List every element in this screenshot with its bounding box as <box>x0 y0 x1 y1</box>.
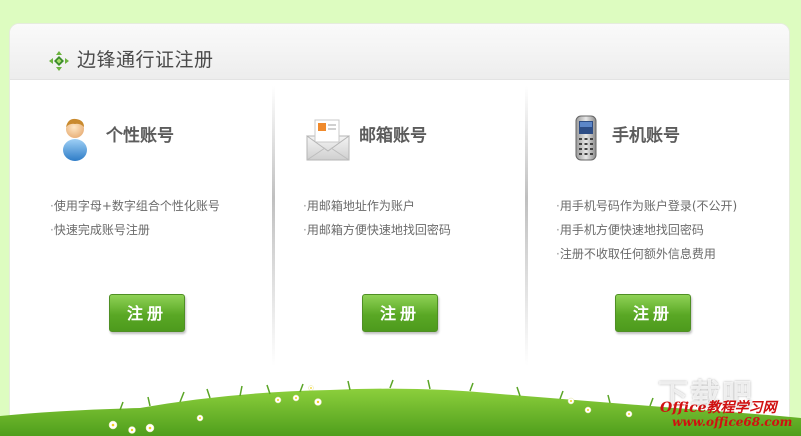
feature-item: ·用邮箱地址作为账户 <box>303 199 415 213</box>
panel-header: 边锋通行证注册 <box>10 24 789 80</box>
mobile-account-column: 手机账号 ·用手机号码作为账户登录(不公开) ·用手机方便快速地找回密码 ·注册… <box>516 80 766 380</box>
feature-item: ·注册不收取任何额外信息费用 <box>556 247 716 261</box>
feature-item: ·使用字母+数字组合个性化账号 <box>50 199 220 213</box>
register-button[interactable]: 注册 <box>615 294 691 332</box>
site-watermark: 下载吧 Office教程学习网 www.office68.com <box>640 370 800 436</box>
personal-account-column: 个性账号 ·使用字母+数字组合个性化账号 ·快速完成账号注册 注册 <box>10 80 260 380</box>
envelope-icon <box>306 119 350 161</box>
email-account-column: 邮箱账号 ·用邮箱地址作为账户 ·用邮箱方便快速地找回密码 注册 <box>263 80 513 380</box>
feature-item: ·用手机方便快速地找回密码 <box>556 223 704 237</box>
page-title: 边锋通行证注册 <box>77 49 214 71</box>
diamond-arrows-icon <box>49 51 69 71</box>
feature-item: ·用手机号码作为账户登录(不公开) <box>556 199 738 213</box>
column-title: 邮箱账号 <box>359 126 427 146</box>
watermark-url: www.office68.com <box>672 415 793 429</box>
column-title: 个性账号 <box>106 126 174 146</box>
feature-item: ·用邮箱方便快速地找回密码 <box>303 223 451 237</box>
register-button[interactable]: 注册 <box>362 294 438 332</box>
register-button[interactable]: 注册 <box>109 294 185 332</box>
column-title: 手机账号 <box>612 126 680 146</box>
mobile-phone-icon <box>575 115 597 161</box>
user-avatar-icon <box>63 118 87 161</box>
feature-item: ·快速完成账号注册 <box>50 223 150 237</box>
watermark-site-name: Office教程学习网 <box>660 400 777 416</box>
